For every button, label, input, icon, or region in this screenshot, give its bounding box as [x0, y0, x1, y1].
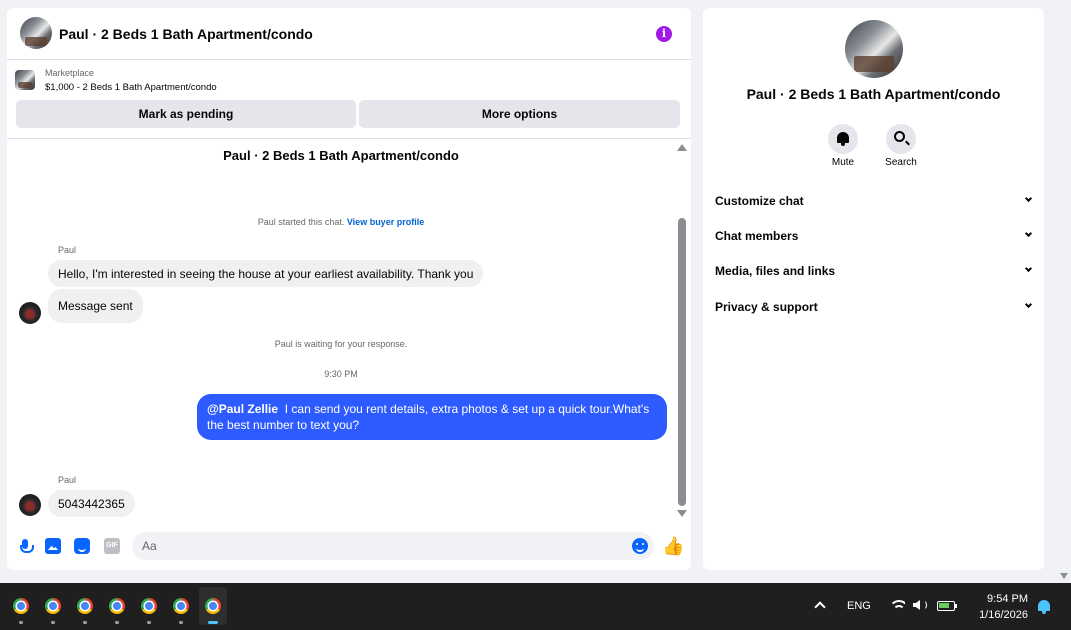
taskbar-app-chrome[interactable]	[71, 587, 99, 625]
message-sender: Paul	[58, 245, 77, 255]
sticker-icon[interactable]	[74, 538, 90, 554]
chrome-icon	[13, 598, 29, 614]
mute-button[interactable]	[828, 124, 858, 154]
chrome-icon	[205, 598, 221, 614]
chrome-icon	[109, 598, 125, 614]
message-sender: Paul	[58, 475, 77, 485]
view-buyer-profile-link[interactable]: View buyer profile	[347, 217, 424, 227]
section-label: Media, files and links	[715, 264, 836, 278]
section-label: Customize chat	[715, 194, 804, 208]
waiting-notice: Paul is waiting for your response.	[274, 339, 408, 349]
taskbar-app-chrome[interactable]	[7, 587, 35, 625]
taskbar	[0, 583, 1071, 630]
taskbar-app-chrome-active[interactable]	[199, 587, 227, 625]
running-indicator	[147, 621, 151, 624]
chat-header-title[interactable]: Paul · 2 Beds 1 Bath Apartment/condo	[59, 26, 313, 42]
listing-avatar-large[interactable]	[845, 20, 903, 78]
thread-scrollbar[interactable]	[675, 140, 689, 520]
incoming-message[interactable]: 5043442365	[48, 490, 135, 517]
running-indicator	[179, 621, 183, 624]
chevron-down-icon	[1024, 194, 1033, 203]
section-customize-chat[interactable]: Customize chat	[715, 190, 1033, 212]
section-label: Privacy & support	[715, 300, 818, 314]
running-indicator	[208, 621, 218, 624]
search-button[interactable]	[886, 124, 916, 154]
gif-icon[interactable]: GIF	[104, 538, 120, 554]
bell-icon	[837, 132, 849, 146]
section-privacy-support[interactable]: Privacy & support	[715, 296, 1033, 318]
search-label: Search	[885, 157, 917, 168]
scroll-down-arrow[interactable]	[677, 510, 687, 517]
chrome-icon	[141, 598, 157, 614]
incoming-message[interactable]: Hello, I'm interested in seeing the hous…	[48, 260, 484, 287]
running-indicator	[115, 621, 119, 624]
language-indicator[interactable]: ENG	[847, 600, 871, 612]
emoji-icon[interactable]	[632, 538, 648, 554]
running-indicator	[83, 621, 87, 624]
mention-tag[interactable]: @Paul Zellie	[207, 402, 278, 416]
photo-icon[interactable]	[45, 538, 61, 554]
sender-avatar[interactable]	[19, 494, 41, 516]
marketplace-banner: Marketplace $1,000 - 2 Beds 1 Bath Apart…	[7, 61, 691, 139]
taskbar-app-chrome[interactable]	[167, 587, 195, 625]
listing-summary[interactable]: $1,000 - 2 Beds 1 Bath Apartment/condo	[45, 82, 217, 93]
volume-wave-icon	[919, 600, 927, 610]
section-chat-members[interactable]: Chat members	[715, 225, 1033, 247]
section-media-files-links[interactable]: Media, files and links	[715, 260, 1033, 282]
mark-as-pending-button[interactable]: Mark as pending	[16, 100, 356, 128]
clock-time[interactable]: 9:54 PM	[972, 593, 1028, 605]
chat-details-panel: Paul · 2 Beds 1 Bath Apartment/condo Mut…	[703, 8, 1044, 570]
chevron-down-icon	[1024, 300, 1033, 309]
message-composer: GIF 👍	[7, 528, 691, 564]
thumbs-up-icon[interactable]: 👍	[662, 536, 684, 556]
details-title: Paul · 2 Beds 1 Bath Apartment/condo	[746, 86, 1001, 102]
message-input[interactable]	[132, 532, 654, 560]
more-options-button[interactable]: More options	[359, 100, 680, 128]
chevron-down-icon	[1024, 264, 1033, 273]
message-timestamp: 9:30 PM	[324, 369, 358, 379]
wifi-icon[interactable]	[889, 598, 905, 614]
battery-icon[interactable]	[937, 601, 957, 611]
taskbar-app-chrome[interactable]	[135, 587, 163, 625]
chat-started-text: Paul started this chat.	[257, 217, 345, 227]
running-indicator	[51, 621, 55, 624]
scroll-thumb[interactable]	[678, 218, 686, 506]
chat-started-notice: Paul started this chat. View buyer profi…	[7, 217, 675, 227]
listing-thumbnail[interactable]	[15, 70, 35, 90]
info-icon[interactable]: i	[656, 26, 672, 42]
clock-date[interactable]: 1/16/2026	[966, 609, 1028, 621]
chevron-down-icon	[1024, 229, 1033, 238]
notification-bell-icon[interactable]	[1038, 600, 1050, 614]
listing-avatar[interactable]	[20, 17, 52, 49]
incoming-message[interactable]: Message sent	[48, 289, 143, 323]
section-label: Chat members	[715, 229, 799, 243]
chrome-icon	[77, 598, 93, 614]
running-indicator	[19, 621, 23, 624]
marketplace-label: Marketplace	[45, 68, 95, 78]
chrome-icon	[173, 598, 189, 614]
mute-label: Mute	[831, 157, 855, 168]
scroll-up-arrow[interactable]	[677, 144, 687, 151]
microphone-icon[interactable]	[17, 538, 34, 554]
chat-header: Paul · 2 Beds 1 Bath Apartment/condo i	[7, 8, 691, 60]
message-thread[interactable]: Paul · 2 Beds 1 Bath Apartment/condo Pau…	[7, 140, 675, 518]
outgoing-message[interactable]: @Paul Zellie I can send you rent details…	[197, 394, 667, 440]
chrome-icon	[45, 598, 61, 614]
taskbar-app-chrome[interactable]	[39, 587, 67, 625]
sender-avatar[interactable]	[19, 302, 41, 324]
taskbar-app-chrome[interactable]	[103, 587, 131, 625]
search-icon	[894, 131, 905, 142]
chat-panel: Paul · 2 Beds 1 Bath Apartment/condo i M…	[7, 8, 691, 570]
page-scroll-down-arrow[interactable]	[1060, 573, 1068, 579]
thread-title: Paul · 2 Beds 1 Bath Apartment/condo	[223, 148, 459, 163]
